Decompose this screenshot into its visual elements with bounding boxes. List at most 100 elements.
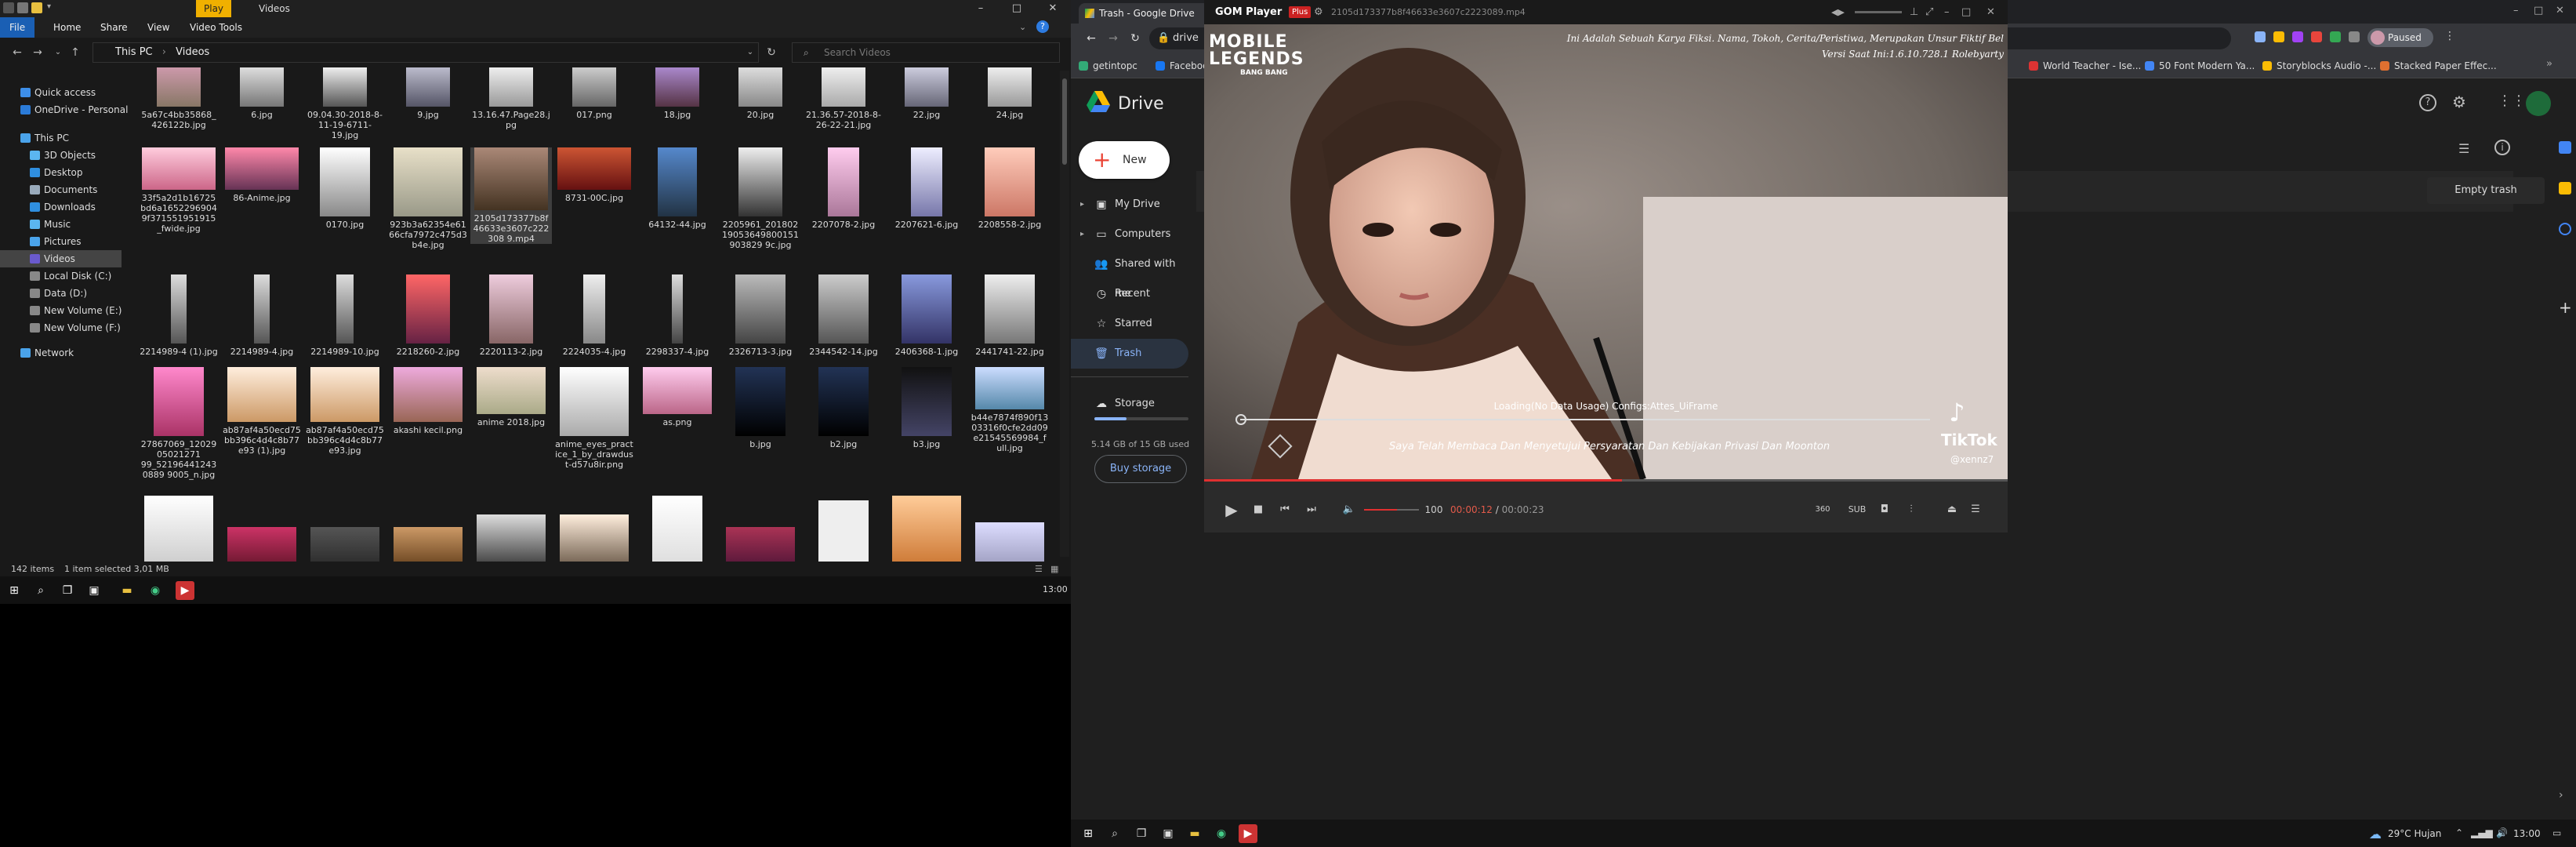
nav-shared-with-me[interactable]: 👥 Shared with me: [1071, 249, 1188, 300]
file-tile[interactable]: akashi kecil.png: [387, 367, 469, 435]
settings-gear-icon[interactable]: ⚙: [2452, 93, 2466, 111]
sidebar-item-this-pc[interactable]: This PC: [0, 129, 122, 147]
file-tile[interactable]: 22.jpg: [886, 67, 967, 120]
seek-bar[interactable]: [1204, 479, 2008, 482]
fullscreen-icon[interactable]: ⤢: [1925, 0, 1933, 24]
file-tile[interactable]: 2214989-4 (1).jpg: [138, 274, 220, 357]
notifications-icon[interactable]: ▭: [2552, 827, 2561, 838]
new-button[interactable]: + New: [1079, 141, 1170, 179]
task-view-icon[interactable]: ❐: [58, 581, 77, 600]
file-tile[interactable]: 20.jpg: [720, 67, 801, 120]
file-tile[interactable]: 24.jpg: [969, 67, 1050, 120]
file-tile[interactable]: 2214989-4.jpg: [221, 274, 303, 357]
mini-volume-slider[interactable]: [1855, 11, 1902, 13]
back-icon[interactable]: ←: [1082, 30, 1101, 47]
list-view-icon[interactable]: ☰: [2458, 141, 2469, 156]
bookmark-stacked-paper[interactable]: Stacked Paper Effec...: [2380, 53, 2497, 78]
file-tile[interactable]: 0170.jpg: [304, 147, 386, 230]
bookmark-50-font[interactable]: 50 Font Modern Ya...: [2145, 53, 2255, 78]
file-tile[interactable]: 8731-00C.jpg: [553, 147, 635, 203]
ribbon-file[interactable]: File: [0, 17, 35, 38]
file-tile[interactable]: [138, 496, 220, 562]
file-tile[interactable]: 6.jpg: [221, 67, 303, 120]
stop-icon[interactable]: ■: [1251, 503, 1265, 517]
start-icon[interactable]: ⊞: [5, 581, 24, 600]
file-tile[interactable]: 2220113-2.jpg: [470, 274, 552, 357]
video-frame[interactable]: MOBILE LEGENDS BANG BANG Ini Adalah Sebu…: [1204, 24, 2008, 479]
sidebar-item-music[interactable]: Music: [0, 216, 122, 233]
file-tile[interactable]: 2326713-3.jpg: [720, 274, 801, 357]
address-bar[interactable]: This PC › Videos: [93, 42, 759, 63]
forward-icon[interactable]: →: [28, 44, 47, 61]
sidebar-item-quick-access[interactable]: Quick access: [0, 84, 122, 101]
playlist-icon[interactable]: ☰: [1968, 503, 1983, 517]
subtitle-button[interactable]: SUB: [1845, 503, 1869, 517]
maximize-icon[interactable]: □: [999, 0, 1035, 17]
task-view-icon[interactable]: ❐: [1132, 824, 1151, 843]
previous-icon[interactable]: ⏮: [1278, 503, 1292, 517]
chrome-icon[interactable]: ◉: [146, 581, 165, 600]
chrome-menu-icon[interactable]: ⋮: [2444, 30, 2455, 42]
file-tile[interactable]: 64132-44.jpg: [637, 147, 718, 230]
tasks-icon[interactable]: [2559, 223, 2571, 235]
minimize-icon[interactable]: –: [1944, 0, 1950, 24]
reload-icon[interactable]: ↻: [1126, 30, 1145, 47]
file-tile[interactable]: b.jpg: [720, 367, 801, 449]
extension-icon[interactable]: [2311, 31, 2322, 42]
file-tile[interactable]: [720, 527, 801, 562]
extension-icon[interactable]: [2330, 31, 2341, 42]
tab-play[interactable]: Play: [196, 0, 232, 17]
network-icon[interactable]: ▂▄▆: [2471, 827, 2493, 838]
profile-paused-button[interactable]: Paused: [2367, 28, 2433, 47]
close-icon[interactable]: ✕: [2556, 5, 2564, 16]
account-avatar[interactable]: [2526, 91, 2551, 116]
sidebar-item-pictures[interactable]: Pictures: [0, 233, 122, 250]
file-tile[interactable]: 33f5a2d1b16725bd6a16522969049f3715519519…: [138, 147, 220, 234]
breadcrumb-videos[interactable]: Videos: [176, 46, 209, 58]
sidebar-item-videos[interactable]: Videos: [0, 250, 122, 267]
file-tile[interactable]: 2441741-22.jpg: [969, 274, 1050, 357]
bookmark-world-teacher[interactable]: World Teacher - Ise...: [2029, 53, 2141, 78]
file-tile[interactable]: 2208558-2.jpg: [969, 147, 1050, 230]
calendar-icon[interactable]: [2559, 141, 2571, 154]
close-icon[interactable]: ✕: [1035, 0, 1071, 17]
weather-text[interactable]: 29°C Hujan: [2388, 828, 2441, 839]
file-tile[interactable]: anime 2018.jpg: [470, 367, 552, 427]
buy-storage-button[interactable]: Buy storage: [1094, 455, 1187, 483]
file-tile[interactable]: 2214989-10.jpg: [304, 274, 386, 357]
tray-overflow-icon[interactable]: ⌃: [2455, 827, 2463, 838]
expand-arrow-icon[interactable]: ▸: [1080, 190, 1084, 220]
close-icon[interactable]: ✕: [1986, 0, 1995, 24]
new-folder-icon[interactable]: [31, 2, 42, 13]
nav-starred[interactable]: ☆ Starred: [1071, 309, 1188, 339]
file-tile[interactable]: 2205961_20180219053649800151903829 9c.jp…: [720, 147, 801, 250]
chrome-icon[interactable]: ◉: [1212, 824, 1231, 843]
maximize-icon[interactable]: □: [2534, 5, 2543, 16]
nav-recent[interactable]: ◷ Recent: [1071, 279, 1188, 309]
file-tile[interactable]: 2344542-14.jpg: [803, 274, 884, 357]
file-tile[interactable]: b44e7874f890f1303316f0cfe2dd09e215455699…: [969, 367, 1050, 453]
file-tile[interactable]: [304, 527, 386, 562]
recent-locations-icon[interactable]: ⌄: [49, 44, 67, 61]
file-tile[interactable]: [637, 496, 718, 562]
file-tile[interactable]: 86-Anime.jpg: [221, 147, 303, 203]
help-icon[interactable]: ?: [2419, 94, 2436, 111]
help-icon[interactable]: ?: [1036, 20, 1049, 33]
extension-icon[interactable]: [2292, 31, 2303, 42]
file-tile[interactable]: ab87af4a50ecd75bb396c4d4c8b77e93.jpg: [304, 367, 386, 456]
settings-gear-icon[interactable]: ⚙: [1314, 0, 1323, 24]
sidebar-item-volume-e[interactable]: New Volume (E:): [0, 302, 122, 319]
file-tile[interactable]: anime_eyes_practice_1_by_drawdust-d57u8i…: [553, 367, 635, 470]
file-tile[interactable]: 2406368-1.jpg: [886, 274, 967, 357]
chevron-down-icon[interactable]: ⌄: [1019, 22, 1026, 32]
file-tile[interactable]: b3.jpg: [886, 367, 967, 449]
speaker-icon[interactable]: 🔊: [2496, 827, 2508, 838]
minimize-icon[interactable]: –: [2513, 5, 2519, 16]
file-tile[interactable]: 09.04.30-2018-8-11-19-6711-19.jpg: [304, 67, 386, 140]
keep-icon[interactable]: [2559, 182, 2571, 194]
sidebar-item-local-disk-c[interactable]: Local Disk (C:): [0, 267, 122, 285]
capture-icon[interactable]: ◘: [1877, 503, 1892, 517]
file-tile-selected[interactable]: 2105d173377b8f46633e3607c222308 9.mp4: [470, 147, 552, 244]
search-icon[interactable]: ⌕: [31, 581, 50, 600]
file-tile[interactable]: 13.16.47.Page28.jpg: [470, 67, 552, 130]
